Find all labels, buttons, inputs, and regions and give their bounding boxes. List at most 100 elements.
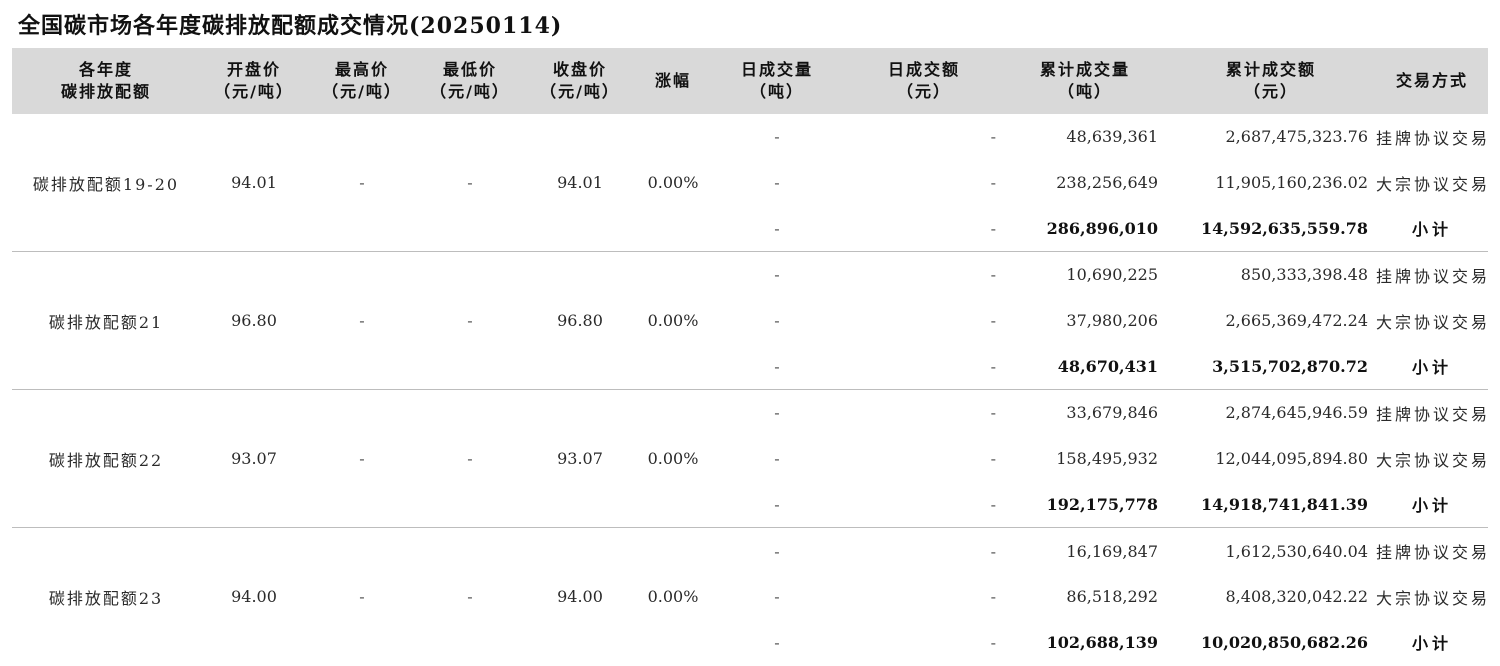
header-close-price: 收盘价 （元/吨） (540, 60, 620, 101)
daily-amount: - (990, 494, 996, 514)
subtotal-label: 小计 (1411, 220, 1452, 240)
header-method: 交易方式 (1395, 71, 1468, 90)
cum-volume: 10,690,225 (1004, 251, 1166, 298)
daily-volume: - (710, 389, 844, 436)
daily-amount: - (990, 311, 996, 331)
cum-amount: 850,333,398.48 (1166, 251, 1376, 298)
daily-amount: - (990, 632, 996, 652)
cum-amount: 2,665,369,472.24 (1225, 311, 1369, 331)
subtotal-cum-volume: 192,175,778 (1046, 494, 1158, 514)
subtotal-cum-volume: 286,896,010 (1046, 218, 1158, 238)
cum-volume: 158,495,932 (1056, 449, 1158, 469)
subtotal-cum-volume: 102,688,139 (1046, 632, 1158, 652)
product-name: 碳排放配额22 (12, 389, 200, 528)
header-change: 涨幅 (654, 71, 691, 90)
header-daily-volume: 日成交量 （吨） (740, 60, 813, 101)
change-percent: 0.00% (636, 251, 710, 390)
daily-volume: - (774, 494, 780, 514)
daily-amount: - (990, 173, 996, 193)
subtotal-cum-volume: 48,670,431 (1057, 356, 1158, 376)
cum-amount: 11,905,160,236.02 (1215, 173, 1368, 193)
cum-volume: 33,679,846 (1004, 389, 1166, 436)
low-price: - (467, 173, 473, 193)
open-price: 94.00 (200, 527, 308, 666)
daily-volume: - (774, 311, 780, 331)
cum-volume: 37,980,206 (1066, 311, 1158, 331)
cum-amount: 12,044,095,894.80 (1215, 449, 1368, 469)
cum-volume: 86,518,292 (1066, 587, 1158, 607)
trade-method: 挂牌协议交易 (1376, 128, 1491, 148)
subtotal-label: 小计 (1411, 358, 1452, 378)
header-open-price: 开盘价 （元/吨） (214, 60, 294, 101)
product-name: 碳排放配额23 (12, 527, 200, 666)
open-price: 96.80 (200, 251, 308, 390)
daily-amount: - (844, 389, 1004, 436)
daily-volume: - (774, 218, 780, 238)
header-product: 各年度 碳排放配额 (60, 60, 151, 101)
table-row: 碳排放配额21 96.80 - - 96.80 0.00% - - 10,690… (12, 251, 1488, 390)
daily-amount: - (990, 587, 996, 607)
header-cum-volume: 累计成交量 （吨） (1039, 60, 1130, 101)
header-high-price: 最高价 （元/吨） (322, 60, 402, 101)
daily-amount: - (844, 527, 1004, 574)
trade-method: 大宗协议交易 (1376, 174, 1491, 194)
daily-amount: - (990, 356, 996, 376)
trade-method: 大宗协议交易 (1376, 450, 1491, 470)
subtotal-cum-amount: 14,592,635,559.78 (1200, 218, 1368, 238)
cum-volume: 238,256,649 (1056, 173, 1158, 193)
table-row: 碳排放配额22 93.07 - - 93.07 0.00% - - 33,679… (12, 389, 1488, 528)
close-price: 96.80 (524, 251, 636, 390)
product-name: 碳排放配额21 (12, 251, 200, 390)
subtotal-label: 小计 (1411, 496, 1452, 516)
daily-volume: - (774, 127, 780, 147)
close-price: 94.01 (557, 173, 603, 193)
daily-amount: - (990, 127, 996, 147)
subtotal-cum-amount: 14,918,741,841.39 (1200, 494, 1368, 514)
daily-volume: - (710, 251, 844, 298)
close-price: 93.07 (524, 389, 636, 528)
daily-volume: - (774, 632, 780, 652)
cum-amount: 2,687,475,323.76 (1225, 127, 1369, 147)
subtotal-cum-amount: 3,515,702,870.72 (1212, 356, 1368, 376)
daily-amount: - (990, 218, 996, 238)
daily-volume: - (710, 527, 844, 574)
page-title: 全国碳市场各年度碳排放配额成交情况(20250114) (18, 13, 563, 39)
daily-volume: - (774, 173, 780, 193)
daily-volume: - (774, 449, 780, 469)
table-row: 碳排放配额19-20 94.01 - - 94.01 0.00% - - 48,… (12, 114, 1491, 193)
header-cum-amount: 累计成交额 （元） (1225, 60, 1316, 101)
high-price: - (359, 173, 365, 193)
header-daily-amount: 日成交额 （元） (887, 60, 960, 101)
change-percent: 0.00% (636, 389, 710, 528)
low-price: - (416, 527, 524, 666)
open-price: 93.07 (200, 389, 308, 528)
trade-method: 大宗协议交易 (1376, 588, 1491, 608)
table-header-row: 各年度 碳排放配额 开盘价 （元/吨） 最高价 （元/吨） 最低价 （元/吨） 收盘价（… (12, 48, 1488, 114)
trade-method: 挂牌协议交易 (1376, 527, 1488, 574)
daily-amount: - (844, 251, 1004, 298)
subtotal-cum-amount: 10,020,850,682.26 (1200, 632, 1368, 652)
table-row: 碳排放配额23 94.00 - - 94.00 0.00% - - 16,169… (12, 527, 1488, 666)
trade-method: 挂牌协议交易 (1376, 389, 1488, 436)
trade-method: 大宗协议交易 (1376, 312, 1491, 332)
cum-amount: 2,874,645,946.59 (1166, 389, 1376, 436)
product-name: 碳排放配额19-20 (32, 174, 180, 194)
low-price: - (416, 251, 524, 390)
cum-amount: 8,408,320,042.22 (1225, 587, 1369, 607)
daily-volume: - (774, 356, 780, 376)
high-price: - (308, 389, 416, 528)
trade-method: 挂牌协议交易 (1376, 251, 1488, 298)
change-percent: 0.00% (647, 173, 699, 193)
subtotal-label: 小计 (1411, 634, 1452, 654)
header-low-price: 最低价 （元/吨） (430, 60, 510, 101)
carbon-market-table: 各年度 碳排放配额 开盘价 （元/吨） 最高价 （元/吨） 最低价 （元/吨） 收盘价（… (12, 48, 1491, 666)
change-percent: 0.00% (636, 527, 710, 666)
close-price: 94.00 (524, 527, 636, 666)
cum-volume: 48,639,361 (1066, 127, 1158, 147)
high-price: - (308, 251, 416, 390)
cum-amount: 1,612,530,640.04 (1166, 527, 1376, 574)
low-price: - (416, 389, 524, 528)
open-price: 94.01 (231, 173, 277, 193)
cum-volume: 16,169,847 (1004, 527, 1166, 574)
high-price: - (308, 527, 416, 666)
